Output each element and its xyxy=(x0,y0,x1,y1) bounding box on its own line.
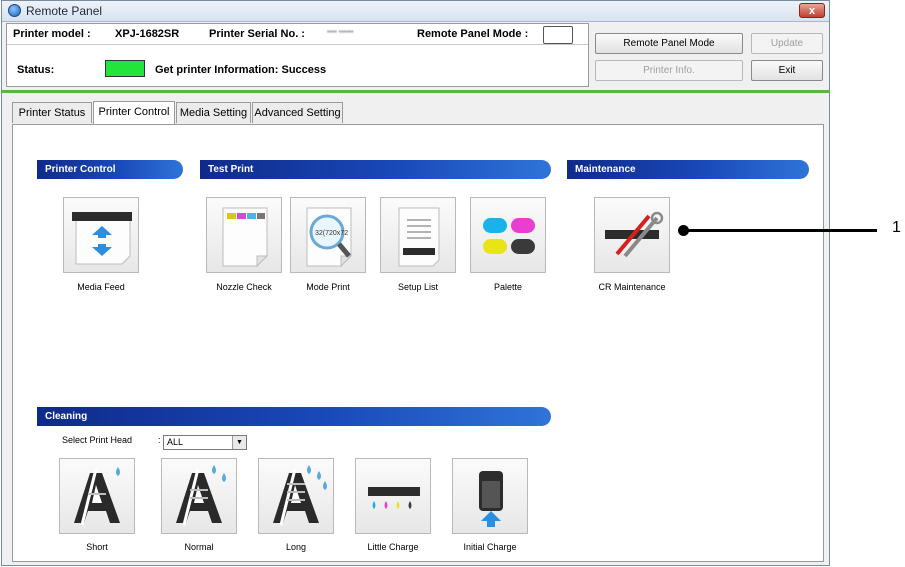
section-test-print: Test Print xyxy=(200,160,551,179)
mode-print-label: Mode Print xyxy=(306,282,350,292)
tab-advanced-setting[interactable]: Advanced Setting xyxy=(252,102,343,123)
printer-control-panel: Printer Control Test Print Maintenance C… xyxy=(12,124,824,562)
normal-cleaning-icon xyxy=(176,465,226,526)
status-label: Status: xyxy=(17,64,55,76)
section-maintenance: Maintenance xyxy=(567,160,809,179)
select-print-head-label: Select Print Head xyxy=(62,435,133,445)
media-feed-button[interactable] xyxy=(63,197,139,273)
setup-list-icon xyxy=(398,207,440,267)
window-title: Remote Panel xyxy=(26,4,103,18)
printer-info-panel: Printer model : XPJ-1682SR Printer Seria… xyxy=(6,23,589,87)
palette-icon xyxy=(483,218,535,254)
serial-value-redacted: •••• •••••• xyxy=(327,29,354,36)
printer-model-label: Printer model : xyxy=(13,28,91,40)
serial-label: Printer Serial No. : xyxy=(209,28,305,40)
callout-number: 1 xyxy=(892,219,901,236)
mode-print-button[interactable]: 32(720x72 xyxy=(290,197,366,273)
normal-cleaning-button[interactable] xyxy=(161,458,237,534)
chevron-down-icon[interactable]: ▼ xyxy=(232,436,246,449)
long-cleaning-button[interactable] xyxy=(258,458,334,534)
printer-model-value: XPJ-1682SR xyxy=(115,28,180,40)
remote-mode-label: Remote Panel Mode : xyxy=(417,28,529,40)
palette-label: Palette xyxy=(493,282,523,292)
nozzle-check-icon xyxy=(222,207,269,268)
cr-maintenance-icon xyxy=(605,211,664,258)
print-head-select[interactable]: ALL ▼ xyxy=(163,435,247,450)
remote-panel-mode-button[interactable]: Remote Panel Mode xyxy=(595,33,743,54)
remote-panel-window: Remote Panel x Printer model : XPJ-1682S… xyxy=(1,0,830,566)
media-feed-label: Media Feed xyxy=(77,282,125,292)
palette-button[interactable] xyxy=(470,197,546,273)
setup-list-button[interactable] xyxy=(380,197,456,273)
short-label: Short xyxy=(86,542,108,552)
long-label: Long xyxy=(285,542,307,552)
section-cleaning: Cleaning xyxy=(37,407,551,426)
cr-maintenance-label: CR Maintenance xyxy=(598,282,666,292)
divider xyxy=(7,44,588,45)
normal-label: Normal xyxy=(184,542,214,552)
exit-button[interactable]: Exit xyxy=(751,60,823,81)
little-charge-icon xyxy=(368,487,420,509)
mode-print-icon: 32(720x72 xyxy=(306,207,353,268)
print-head-select-value: ALL xyxy=(167,437,184,447)
status-text: Get printer Information: Success xyxy=(155,64,327,76)
tab-media-setting[interactable]: Media Setting xyxy=(176,102,251,123)
initial-charge-button[interactable] xyxy=(452,458,528,534)
accent-separator xyxy=(2,90,829,93)
app-icon xyxy=(8,4,21,17)
cr-maintenance-button[interactable] xyxy=(594,197,670,273)
tab-printer-control[interactable]: Printer Control xyxy=(93,101,175,124)
mode-print-icon-text: 32(720x72 xyxy=(315,230,348,237)
initial-charge-label: Initial Charge xyxy=(463,542,517,552)
printer-info-button[interactable]: Printer Info. xyxy=(595,60,743,81)
initial-charge-icon xyxy=(479,471,503,527)
short-cleaning-icon xyxy=(74,467,120,526)
little-charge-label: Little Charge xyxy=(367,542,419,552)
callout-line xyxy=(684,229,877,232)
tab-printer-status[interactable]: Printer Status xyxy=(12,102,92,123)
update-button[interactable]: Update xyxy=(751,33,823,54)
section-printer-control: Printer Control xyxy=(37,160,183,179)
little-charge-button[interactable] xyxy=(355,458,431,534)
close-button[interactable]: x xyxy=(799,3,825,18)
status-indicator xyxy=(105,60,145,77)
long-cleaning-icon xyxy=(273,465,327,526)
remote-mode-indicator xyxy=(543,26,573,44)
setup-list-label: Setup List xyxy=(397,282,439,292)
nozzle-check-button[interactable] xyxy=(206,197,282,273)
media-feed-icon xyxy=(72,212,132,265)
select-print-head-colon: : xyxy=(158,435,161,445)
title-bar[interactable]: Remote Panel x xyxy=(2,1,829,22)
nozzle-check-label: Nozzle Check xyxy=(216,282,272,292)
short-cleaning-button[interactable] xyxy=(59,458,135,534)
